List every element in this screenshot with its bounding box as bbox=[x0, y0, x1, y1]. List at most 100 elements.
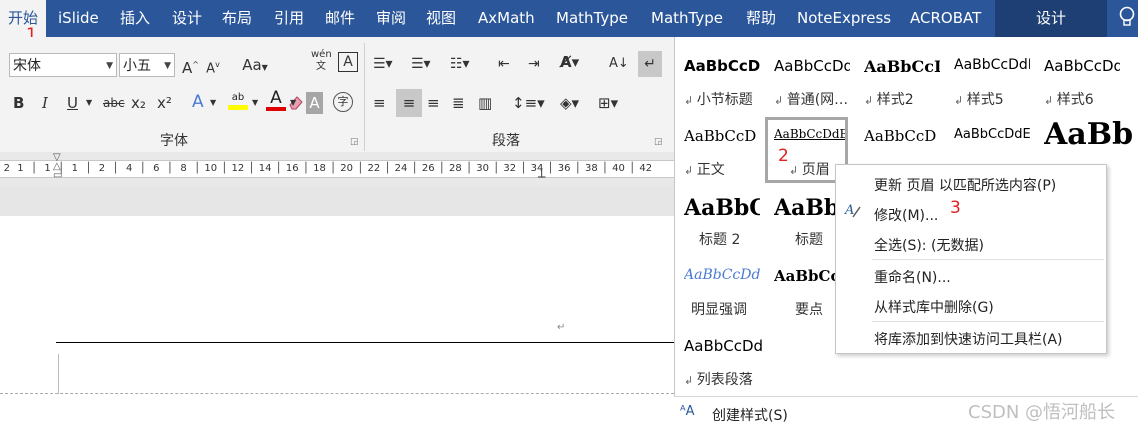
text-effects-button[interactable]: A bbox=[192, 91, 204, 113]
style-item[interactable]: AaBbCcD ↲ 正文 bbox=[675, 107, 763, 178]
chevron-down-icon[interactable]: ▼ bbox=[86, 92, 92, 114]
tab-references[interactable]: 引用 bbox=[274, 0, 304, 37]
tab-axmath[interactable]: AxMath bbox=[478, 0, 535, 37]
distributed-button[interactable]: ▥ bbox=[478, 92, 492, 114]
style-item[interactable]: AaBbCcDdI ↲ 样式5 bbox=[945, 37, 1033, 108]
style-item[interactable]: AaBbCcDd ↲ 样式6 bbox=[1035, 37, 1123, 108]
font-color-button[interactable]: A bbox=[266, 89, 286, 113]
change-case-button[interactable]: Aa▼ bbox=[240, 54, 270, 76]
line-spacing-button[interactable]: ↕≡▾ bbox=[512, 92, 545, 114]
indent-marker[interactable]: ▽ △ ▭ bbox=[53, 153, 62, 181]
tab-view[interactable]: 视图 bbox=[426, 0, 456, 37]
subscript-button[interactable]: x₂ bbox=[131, 92, 146, 114]
chevron-down-icon: ▼ bbox=[164, 61, 171, 71]
superscript-button[interactable]: x² bbox=[157, 92, 172, 114]
tab-mathtype-2[interactable]: MathType bbox=[651, 0, 723, 37]
chevron-down-icon[interactable]: ▼ bbox=[252, 92, 258, 114]
watermark: CSDN @悟河船长 bbox=[968, 402, 1116, 423]
annotation-2: 2 bbox=[778, 146, 789, 166]
tab-help[interactable]: 帮助 bbox=[746, 0, 776, 37]
shading-button[interactable]: ◈▾ bbox=[560, 92, 579, 114]
tab-review[interactable]: 审阅 bbox=[376, 0, 406, 37]
style-item[interactable]: AaBbCcD ↲ 小节标题 bbox=[675, 37, 763, 108]
header-boundary bbox=[0, 393, 674, 394]
enclose-character-button[interactable]: 字 bbox=[333, 92, 353, 112]
numbering-button[interactable]: ☰▾ bbox=[411, 53, 431, 75]
tab-acrobat[interactable]: ACROBAT bbox=[910, 0, 981, 37]
tab-stop-marker[interactable]: ┴ bbox=[538, 170, 545, 184]
update-style-menu-item[interactable]: 更新 页眉 以匹配所选内容(P) bbox=[874, 175, 1056, 195]
ribbon-tab-bar: 开始 iSlide 插入 设计 布局 引用 邮件 审阅 视图 AxMath Ma… bbox=[0, 0, 1138, 37]
style-item[interactable]: AaBbCcDd 明显强调 bbox=[675, 247, 763, 318]
shrink-font-button[interactable]: Av bbox=[206, 54, 220, 76]
svg-text:A: A bbox=[844, 203, 854, 218]
borders-button[interactable]: ⊞▾ bbox=[598, 92, 618, 114]
underline-button[interactable]: U bbox=[67, 92, 78, 114]
document-page[interactable]: ↵ bbox=[0, 216, 674, 432]
font-name-select[interactable]: 宋体 ▼ bbox=[9, 53, 117, 77]
chinese-layout-button[interactable]: A̸▾ bbox=[560, 51, 579, 73]
font-size-value: 小五 bbox=[123, 58, 151, 74]
dialog-launcher-icon[interactable]: ◲ bbox=[654, 137, 663, 147]
align-left-button[interactable]: ≡ bbox=[373, 92, 386, 114]
align-right-button[interactable]: ≡ bbox=[427, 92, 440, 114]
strikethrough-button[interactable]: abc bbox=[103, 92, 125, 114]
character-shading-button[interactable]: A bbox=[306, 92, 323, 114]
tab-insert[interactable]: 插入 bbox=[120, 0, 150, 37]
style-item[interactable]: AaBbC 标题 2 bbox=[675, 177, 763, 248]
annotation-3: 3 bbox=[950, 198, 961, 218]
show-marks-button[interactable]: ↵ bbox=[638, 51, 662, 77]
dialog-launcher-icon[interactable]: ◲ bbox=[350, 137, 359, 147]
multilevel-list-button[interactable]: ☷▾ bbox=[450, 53, 470, 75]
ribbon-panel: 宋体 ▼ 小五 ▼ A^ Av Aa▼ wén 文 A B I U ▼ abc x… bbox=[0, 37, 674, 153]
modify-style-icon: A bbox=[844, 203, 861, 218]
tab-mathtype-1[interactable]: MathType bbox=[556, 0, 628, 37]
style-item[interactable]: AaBbCcD ↲ 样式2 bbox=[855, 37, 943, 108]
tab-layout[interactable]: 布局 bbox=[222, 0, 252, 37]
character-border-button[interactable]: A bbox=[338, 52, 358, 72]
tab-home[interactable]: 开始 bbox=[0, 0, 46, 37]
font-name-value: 宋体 bbox=[13, 58, 41, 74]
align-center-button[interactable]: ≡ bbox=[396, 89, 422, 117]
italic-button[interactable]: I bbox=[42, 92, 48, 114]
horizontal-ruler[interactable]: 2 1 │ 1 │ 1 │ 2 │ 4 │ 6 │ 8 │ 10 │ 12 │ 14 │ 16 │ 18 │ 20 │ 22 │ 24 │ 2… bbox=[0, 160, 674, 178]
sort-button[interactable]: A↓ bbox=[609, 53, 629, 75]
tab-header-design[interactable]: 设计 bbox=[995, 0, 1107, 37]
font-group-label: 字体 bbox=[160, 133, 188, 149]
chevron-down-icon: ▼ bbox=[106, 61, 113, 71]
chevron-down-icon[interactable]: ▼ bbox=[290, 92, 296, 114]
create-style-link[interactable]: 创建样式(S) bbox=[712, 405, 788, 425]
margin-marker bbox=[58, 354, 59, 394]
bold-button[interactable]: B bbox=[13, 92, 24, 114]
menu-separator bbox=[872, 321, 1104, 322]
decrease-indent-button[interactable]: ⇤ bbox=[498, 53, 510, 75]
grow-font-button[interactable]: A^ bbox=[182, 54, 199, 77]
select-all-menu-item[interactable]: 全选(S): (无数据) bbox=[874, 235, 984, 255]
rename-menu-item[interactable]: 重命名(N)... bbox=[874, 267, 951, 287]
chevron-down-icon[interactable]: ▼ bbox=[210, 92, 216, 114]
tab-noteexpress[interactable]: NoteExpress bbox=[797, 0, 891, 37]
style-context-menu: 更新 页眉 以匹配所选内容(P) A 修改(M)... 全选(S): (无数据)… bbox=[835, 164, 1107, 354]
tab-islide[interactable]: iSlide bbox=[58, 0, 99, 37]
document-background bbox=[0, 186, 674, 216]
group-divider bbox=[364, 43, 365, 151]
bullets-button[interactable]: ☰▾ bbox=[373, 53, 393, 75]
create-style-icon: ᴬA bbox=[680, 404, 695, 419]
increase-indent-button[interactable]: ⇥ bbox=[528, 53, 540, 75]
modify-menu-item[interactable]: 修改(M)... bbox=[874, 205, 938, 225]
add-to-quick-access-menu-item[interactable]: 将库添加到快速访问工具栏(A) bbox=[874, 329, 1063, 349]
paragraph-group-label: 段落 bbox=[492, 133, 520, 149]
header-rule bbox=[56, 342, 674, 343]
lightbulb-icon[interactable] bbox=[1119, 6, 1135, 28]
style-item[interactable]: AaBbCcDd ↲ 普通(网… bbox=[765, 37, 853, 108]
font-size-select[interactable]: 小五 ▼ bbox=[119, 53, 175, 77]
menu-separator bbox=[872, 259, 1104, 260]
tab-design[interactable]: 设计 bbox=[172, 0, 202, 37]
justify-button[interactable]: ≣ bbox=[452, 92, 465, 114]
phonetic-guide-button[interactable]: wén 文 bbox=[311, 49, 332, 75]
paragraph-mark: ↵ bbox=[557, 322, 566, 333]
highlight-button[interactable]: ab bbox=[228, 91, 248, 113]
remove-from-gallery-menu-item[interactable]: 从样式库中删除(G) bbox=[874, 297, 994, 317]
style-item[interactable]: AaBbCcDd ↲ 列表段落 bbox=[675, 317, 763, 388]
tab-mailings[interactable]: 邮件 bbox=[325, 0, 355, 37]
